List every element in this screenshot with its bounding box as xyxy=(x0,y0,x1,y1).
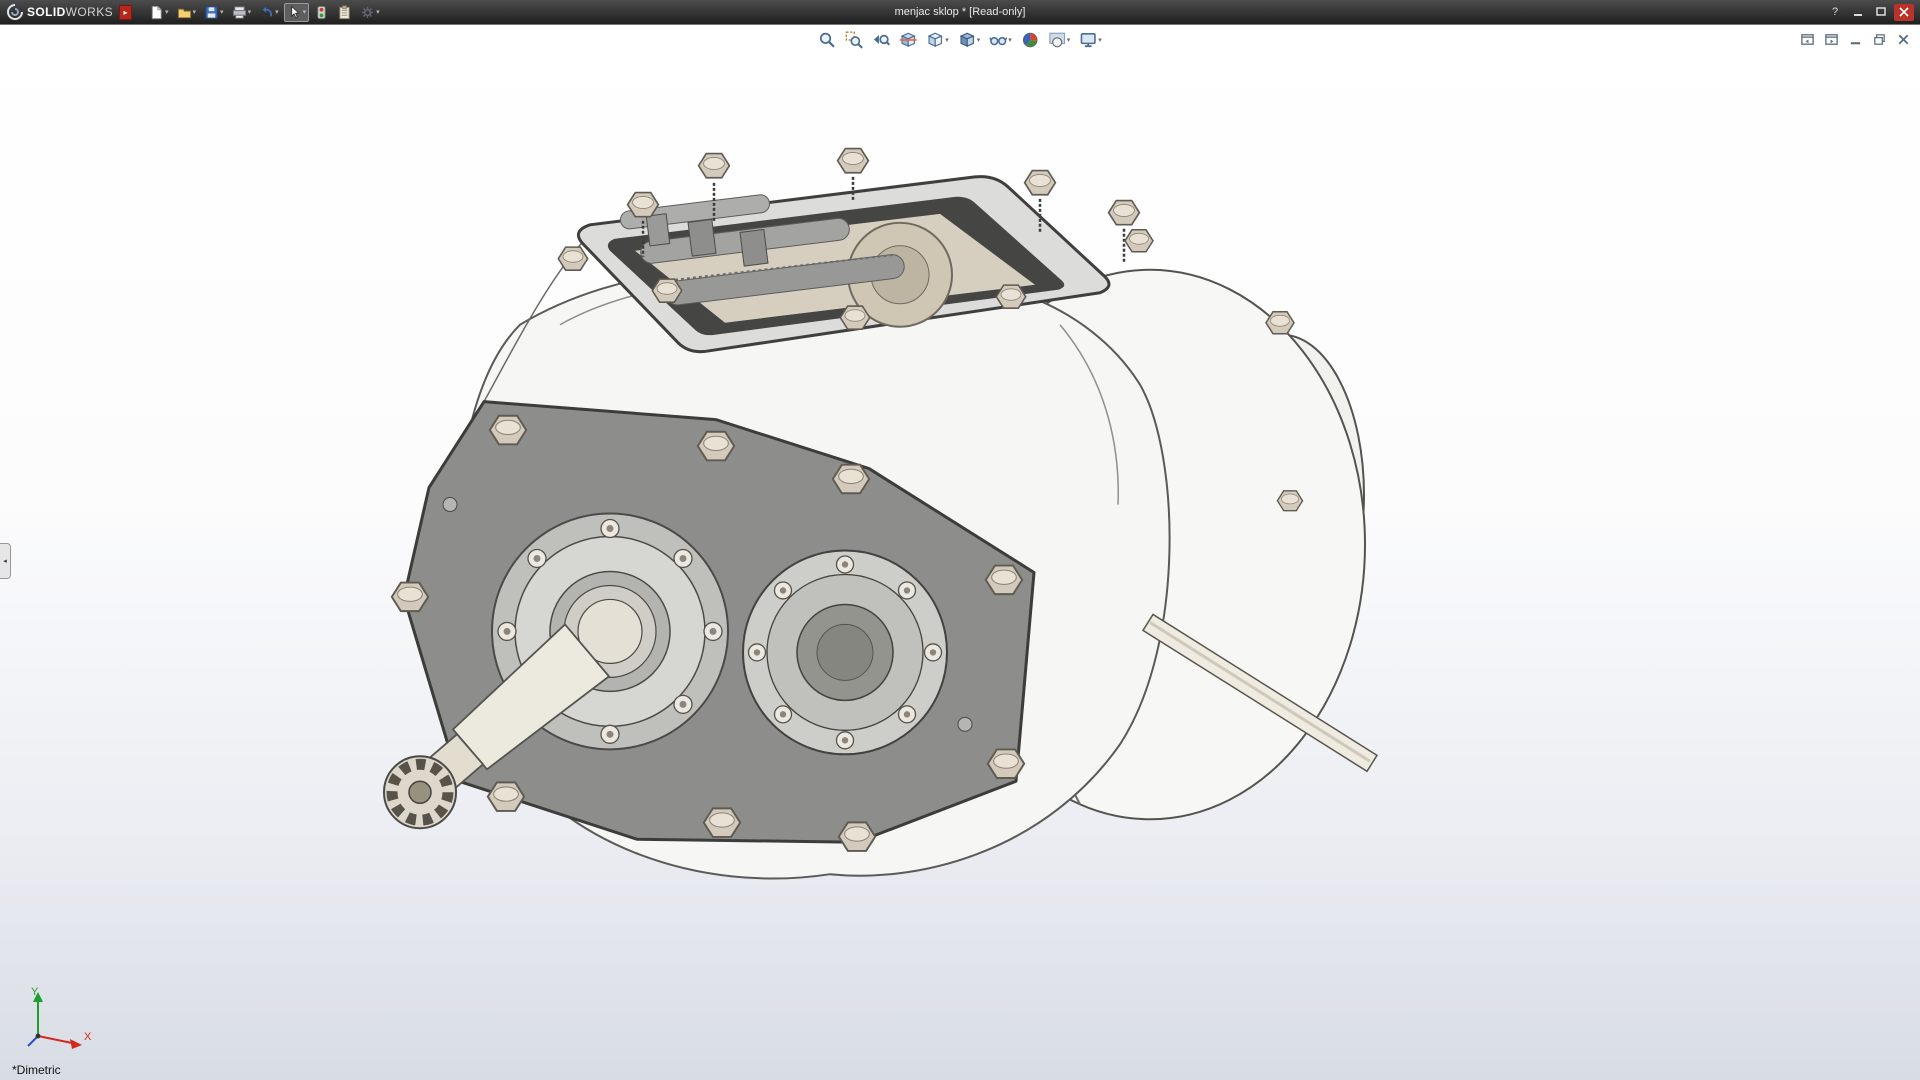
edit-appearance-button[interactable] xyxy=(1018,29,1042,51)
zoom-to-area-button[interactable] xyxy=(842,29,866,51)
triad-origin xyxy=(36,1034,41,1039)
child-restore-button[interactable] xyxy=(1869,30,1890,49)
options-button[interactable]: ▾ xyxy=(357,3,383,22)
save-button[interactable]: ▾ xyxy=(201,3,227,22)
dropdown-caret-icon[interactable]: ▾ xyxy=(165,8,169,16)
x-axis-arrow-icon xyxy=(70,1039,82,1049)
help-button[interactable]: ? xyxy=(1825,4,1845,21)
dropdown-caret-icon[interactable]: ▾ xyxy=(376,8,380,16)
child-minimize-button[interactable] xyxy=(1845,30,1866,49)
print-button[interactable]: ▾ xyxy=(229,3,255,22)
minimize-button[interactable] xyxy=(1848,4,1868,21)
view-orientation-button[interactable]: ▾ xyxy=(923,29,952,51)
previous-view-button[interactable] xyxy=(869,29,893,51)
app-titlebar: SOLID WORKS ▸ ▾ ▾ ▾ ▾ ▾ ▾ ▾ menjac sklop * [Re… xyxy=(0,0,1920,24)
window-controls: ? xyxy=(1825,4,1914,21)
menu-flyout-button[interactable]: ▸ xyxy=(119,5,132,20)
dropdown-caret-icon[interactable]: ▾ xyxy=(248,8,252,16)
graphics-viewport[interactable]: ▾ ▾ ▾ ▾ ▾ ◂ Y X *Dimetric xyxy=(0,24,1920,1080)
open-document-button[interactable]: ▾ xyxy=(174,3,200,22)
dropdown-caret-icon[interactable]: ▾ xyxy=(977,36,981,44)
orientation-triad: Y X xyxy=(16,984,102,1056)
ds-logo-icon xyxy=(6,3,24,21)
child-close-button[interactable] xyxy=(1893,30,1914,49)
select-tool-button[interactable]: ▾ xyxy=(284,3,310,22)
main-toolbar: ▾ ▾ ▾ ▾ ▾ ▾ ▾ xyxy=(146,3,383,22)
view-orientation-label: *Dimetric xyxy=(12,1063,61,1077)
close-button[interactable] xyxy=(1894,4,1914,21)
y-axis-label: Y xyxy=(31,986,39,998)
pane-previous-icon[interactable] xyxy=(1797,30,1818,49)
x-axis-label: X xyxy=(84,1031,92,1043)
dropdown-caret-icon[interactable]: ▾ xyxy=(193,8,197,16)
new-document-button[interactable]: ▾ xyxy=(146,3,172,22)
dropdown-caret-icon[interactable]: ▾ xyxy=(1067,36,1071,44)
x-axis xyxy=(38,1036,72,1043)
dropdown-caret-icon[interactable]: ▾ xyxy=(220,8,224,16)
file-properties-button[interactable] xyxy=(334,3,355,22)
section-view-button[interactable] xyxy=(896,29,920,51)
dropdown-caret-icon[interactable]: ▾ xyxy=(945,36,949,44)
headsup-view-toolbar: ▾ ▾ ▾ ▾ ▾ xyxy=(815,29,1105,51)
feature-manager-collapsed-tab[interactable]: ◂ xyxy=(0,543,11,579)
dropdown-caret-icon[interactable]: ▾ xyxy=(303,8,307,16)
output-bearing-cover[interactable] xyxy=(743,551,947,755)
undo-button[interactable]: ▾ xyxy=(256,3,282,22)
pane-next-icon[interactable] xyxy=(1821,30,1842,49)
view-settings-button[interactable]: ▾ xyxy=(1076,29,1105,51)
document-title: menjac sklop * [Read-only] xyxy=(895,6,1026,18)
app-brand: SOLID WORKS xyxy=(27,5,113,19)
dropdown-caret-icon[interactable]: ▾ xyxy=(1008,36,1012,44)
gearbox-3d-model[interactable] xyxy=(0,25,1920,1080)
brand-solid: SOLID xyxy=(27,5,66,19)
dropdown-caret-icon[interactable]: ▾ xyxy=(1098,36,1102,44)
hide-show-items-button[interactable]: ▾ xyxy=(986,29,1015,51)
dropdown-caret-icon[interactable]: ▾ xyxy=(275,8,279,16)
brand-works: WORKS xyxy=(66,5,113,19)
zoom-to-fit-button[interactable] xyxy=(815,29,839,51)
maximize-button[interactable] xyxy=(1871,4,1891,21)
apply-scene-button[interactable]: ▾ xyxy=(1045,29,1074,51)
document-window-controls xyxy=(1797,30,1914,49)
display-style-button[interactable]: ▾ xyxy=(955,29,984,51)
rebuild-button[interactable] xyxy=(311,3,332,22)
